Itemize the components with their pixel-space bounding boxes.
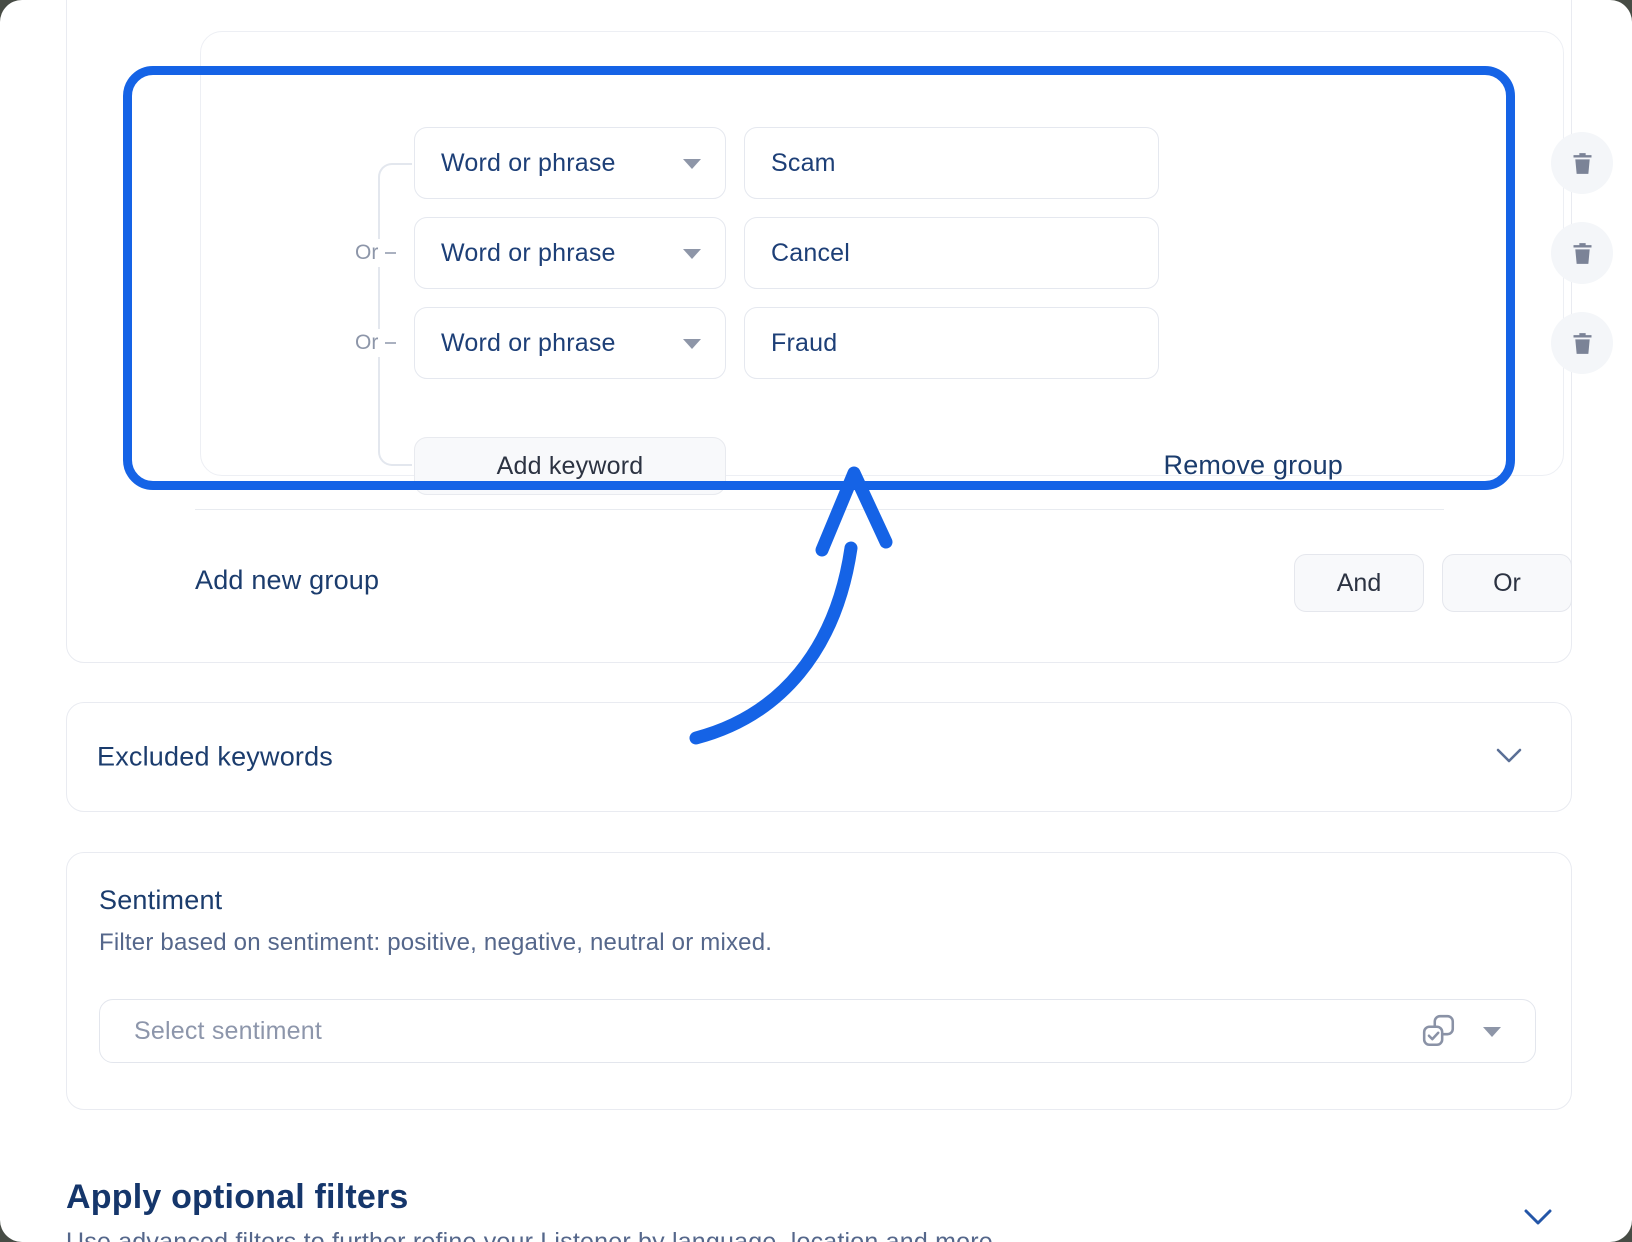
or-connector-label: Or xyxy=(351,239,400,267)
optional-filters-description: Use advanced filters to further refine y… xyxy=(66,1228,993,1242)
chevron-down-icon xyxy=(1483,1027,1501,1037)
delete-keyword-button[interactable] xyxy=(1551,312,1613,374)
remove-group-button[interactable]: Remove group xyxy=(1164,450,1344,481)
excluded-keywords-card[interactable]: Excluded keywords xyxy=(66,702,1572,812)
optional-filters-title: Apply optional filters xyxy=(66,1178,409,1217)
chevron-down-icon xyxy=(683,159,701,169)
multi-select-check-icon xyxy=(1421,1013,1457,1049)
or-connector-label: Or xyxy=(351,329,400,357)
sentiment-placeholder: Select sentiment xyxy=(134,1017,1421,1046)
keyword-input[interactable] xyxy=(744,127,1159,199)
keyword-row: Word or phrase xyxy=(201,127,1563,199)
excluded-keywords-title: Excluded keywords xyxy=(97,742,333,773)
add-new-group-button[interactable]: Add new group xyxy=(195,565,379,596)
trash-icon xyxy=(1569,240,1596,267)
keyword-row: Or Word or phrase xyxy=(201,307,1563,379)
keyword-type-label: Word or phrase xyxy=(441,149,616,178)
connector-dash xyxy=(385,342,396,344)
keyword-input[interactable] xyxy=(744,217,1159,289)
or-operator-button[interactable]: Or xyxy=(1442,554,1572,612)
chevron-down-icon xyxy=(683,249,701,259)
keyword-type-label: Word or phrase xyxy=(441,329,616,358)
keyword-type-select[interactable]: Word or phrase xyxy=(414,127,726,199)
keyword-type-select[interactable]: Word or phrase xyxy=(414,307,726,379)
sentiment-card: Sentiment Filter based on sentiment: pos… xyxy=(66,852,1572,1110)
connector-dash xyxy=(385,252,396,254)
delete-keyword-button[interactable] xyxy=(1551,222,1613,284)
chevron-down-icon xyxy=(683,339,701,349)
section-divider xyxy=(195,509,1444,510)
and-operator-button[interactable]: And xyxy=(1294,554,1424,612)
keyword-type-label: Word or phrase xyxy=(441,239,616,268)
keyword-group-card: Word or phrase Or Word or phrase xyxy=(200,31,1564,476)
chevron-down-icon[interactable] xyxy=(1495,747,1523,765)
chevron-down-icon[interactable] xyxy=(1522,1208,1554,1228)
trash-icon xyxy=(1569,330,1596,357)
delete-keyword-button[interactable] xyxy=(1551,132,1613,194)
sentiment-title: Sentiment xyxy=(99,885,222,916)
keyword-type-select[interactable]: Word or phrase xyxy=(414,217,726,289)
trash-icon xyxy=(1569,150,1596,177)
listener-setup-page: Word or phrase Or Word or phrase xyxy=(0,0,1632,1242)
keywords-section-card: Word or phrase Or Word or phrase xyxy=(66,0,1572,663)
sentiment-select[interactable]: Select sentiment xyxy=(99,999,1536,1063)
keyword-row: Or Word or phrase xyxy=(201,217,1563,289)
add-keyword-button[interactable]: Add keyword xyxy=(414,437,726,495)
sentiment-description: Filter based on sentiment: positive, neg… xyxy=(99,929,772,957)
keyword-input[interactable] xyxy=(744,307,1159,379)
